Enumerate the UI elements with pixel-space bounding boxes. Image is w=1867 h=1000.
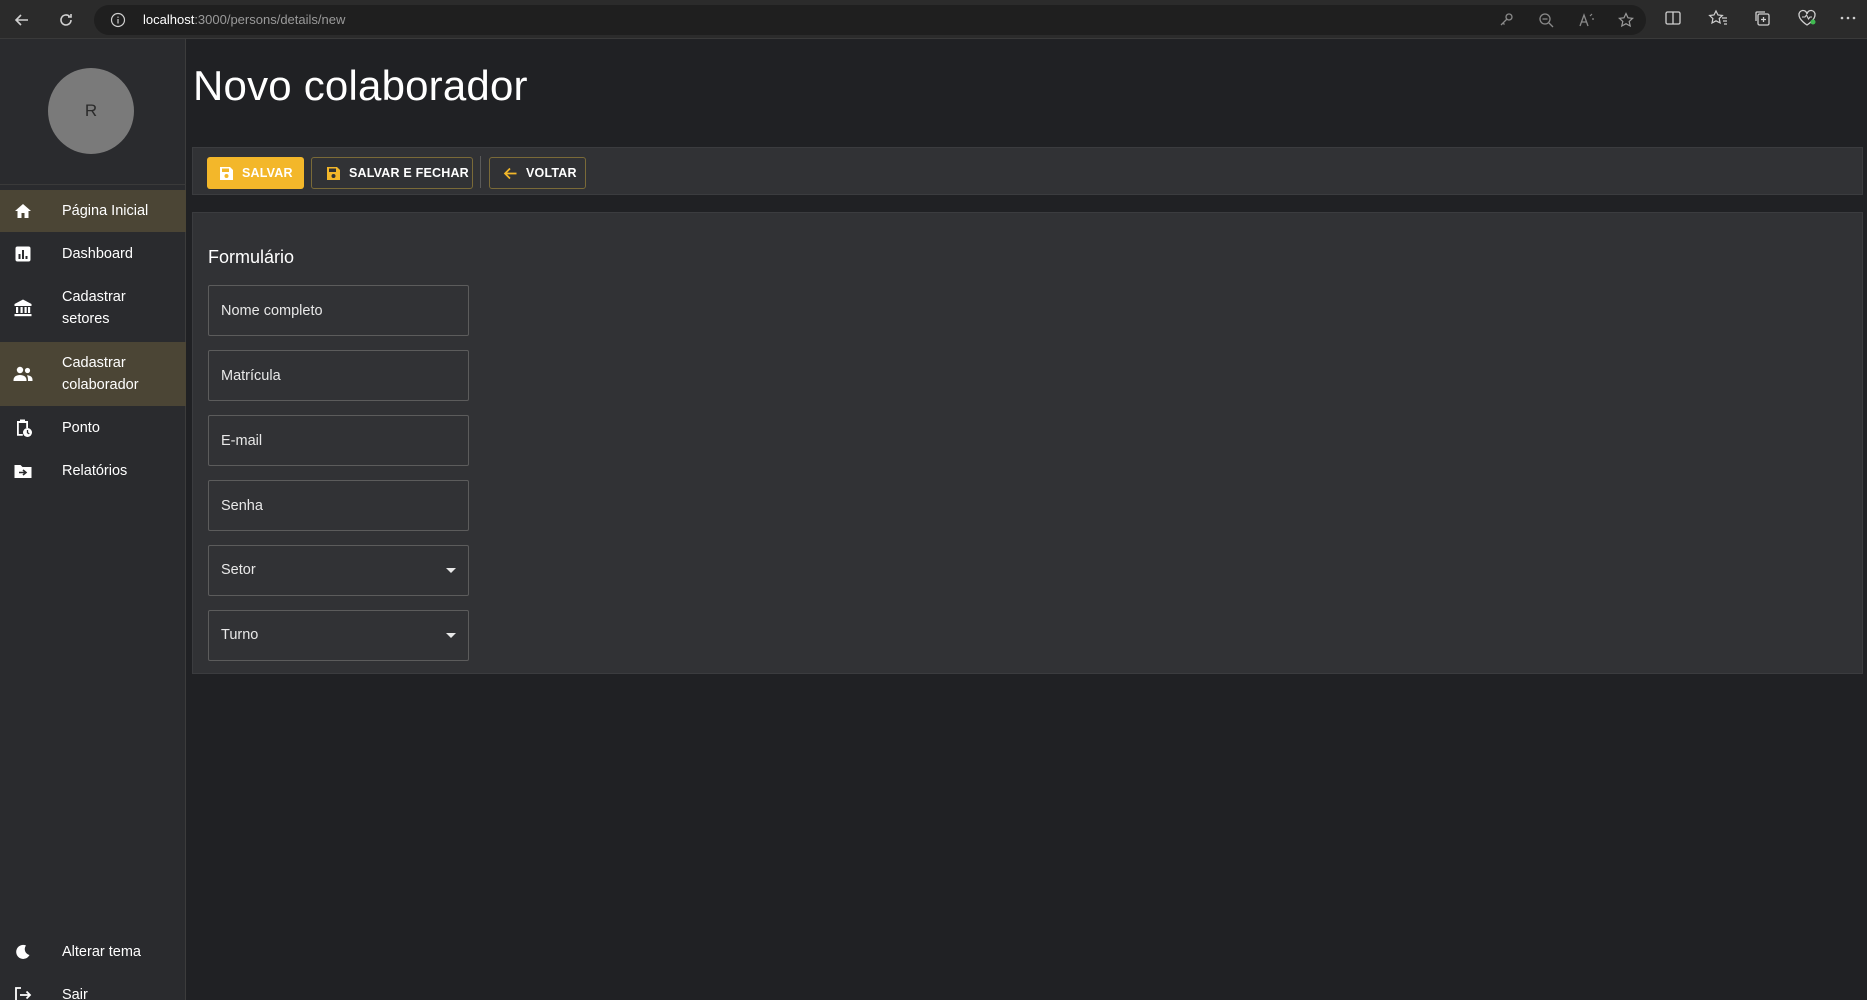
sidebar-item-home[interactable]: Página Inicial xyxy=(0,190,186,232)
save-button-label: SALVAR xyxy=(242,166,293,180)
registration-field xyxy=(208,350,469,401)
password-field xyxy=(208,480,469,531)
url-text: localhost:3000/persons/details/new xyxy=(143,12,346,27)
back-button[interactable]: VOLTAR xyxy=(489,157,586,189)
sidebar-item-label: Sair xyxy=(62,987,88,1000)
logout-icon xyxy=(12,984,34,1000)
sidebar-item-label: Ponto xyxy=(62,420,100,436)
address-bar[interactable]: localhost:3000/persons/details/new xyxy=(94,5,1646,35)
back-arrow-icon[interactable] xyxy=(10,8,34,32)
collections-icon[interactable] xyxy=(1753,9,1773,29)
save-and-close-button[interactable]: SALVAR E FECHAR xyxy=(311,157,473,189)
toolbar-separator xyxy=(480,156,481,188)
folder-arrow-icon xyxy=(12,460,34,482)
info-icon[interactable] xyxy=(110,12,126,28)
sidebar-item-reports[interactable]: Relatórios xyxy=(0,450,186,492)
form-title: Formulário xyxy=(208,247,295,267)
sidebar-divider xyxy=(0,184,186,185)
sidebar-item-label: Cadastrar colaborador xyxy=(62,355,139,393)
full-name-field xyxy=(208,285,469,336)
favorites-icon[interactable] xyxy=(1708,9,1728,29)
sidebar-item-label: Alterar tema xyxy=(62,944,141,960)
caret-down-icon xyxy=(446,568,456,573)
sidebar: R Página Inicial Dashboard Cadastrar set… xyxy=(0,39,186,1000)
home-icon xyxy=(12,200,34,222)
sidebar-item-dashboard[interactable]: Dashboard xyxy=(0,233,186,275)
sector-select[interactable]: Setor xyxy=(208,545,469,596)
arrow-left-icon xyxy=(502,165,518,181)
browser-toolbar: localhost:3000/persons/details/new xyxy=(0,0,1867,39)
sidebar-item-label: Relatórios xyxy=(62,463,128,479)
shift-select-label: Turno xyxy=(221,627,259,643)
sector-select-label: Setor xyxy=(221,562,256,578)
browser-essentials-icon[interactable] xyxy=(1797,9,1817,29)
sidebar-item-ponto[interactable]: Ponto xyxy=(0,407,186,449)
sidebar-item-theme[interactable]: Alterar tema xyxy=(0,931,186,973)
shift-select[interactable]: Turno xyxy=(208,610,469,661)
clipboard-clock-icon xyxy=(12,417,34,439)
split-screen-icon[interactable] xyxy=(1664,9,1684,29)
sidebar-item-sectors[interactable]: Cadastrar setores xyxy=(0,276,186,340)
floppy-disk-icon xyxy=(218,165,234,181)
chart-icon xyxy=(12,243,34,265)
save-and-close-button-label: SALVAR E FECHAR xyxy=(349,166,469,180)
email-input[interactable] xyxy=(209,416,468,465)
form-card: Formulário Setor Turno xyxy=(192,212,1863,674)
more-options-icon[interactable] xyxy=(1839,9,1859,29)
sidebar-item-label: Página Inicial xyxy=(62,203,149,219)
sidebar-item-label: Dashboard xyxy=(62,246,133,262)
people-icon xyxy=(12,363,34,385)
read-aloud-icon[interactable] xyxy=(1578,12,1596,30)
avatar-initial: R xyxy=(84,101,98,120)
full-name-input[interactable] xyxy=(209,286,468,335)
refresh-icon[interactable] xyxy=(54,8,78,32)
page-title: Novo colaborador xyxy=(193,62,528,109)
sidebar-item-logout[interactable]: Sair xyxy=(0,974,186,1000)
email-field xyxy=(208,415,469,466)
caret-down-icon xyxy=(446,633,456,638)
floppy-disk-icon xyxy=(325,165,341,181)
key-icon[interactable] xyxy=(1498,12,1516,30)
password-input[interactable] xyxy=(209,481,468,530)
sidebar-item-label: Cadastrar setores xyxy=(62,289,126,327)
bank-icon xyxy=(12,297,34,319)
save-button[interactable]: SALVAR xyxy=(207,157,304,189)
avatar[interactable]: R xyxy=(48,68,134,154)
moon-icon xyxy=(12,941,34,963)
back-button-label: VOLTAR xyxy=(526,166,577,180)
favorite-star-icon[interactable] xyxy=(1618,12,1636,30)
zoom-out-icon[interactable] xyxy=(1538,12,1556,30)
registration-input[interactable] xyxy=(209,351,468,400)
sidebar-item-employee[interactable]: Cadastrar colaborador xyxy=(0,342,186,406)
action-toolbar: SALVAR SALVAR E FECHAR VOLTAR xyxy=(192,147,1863,195)
